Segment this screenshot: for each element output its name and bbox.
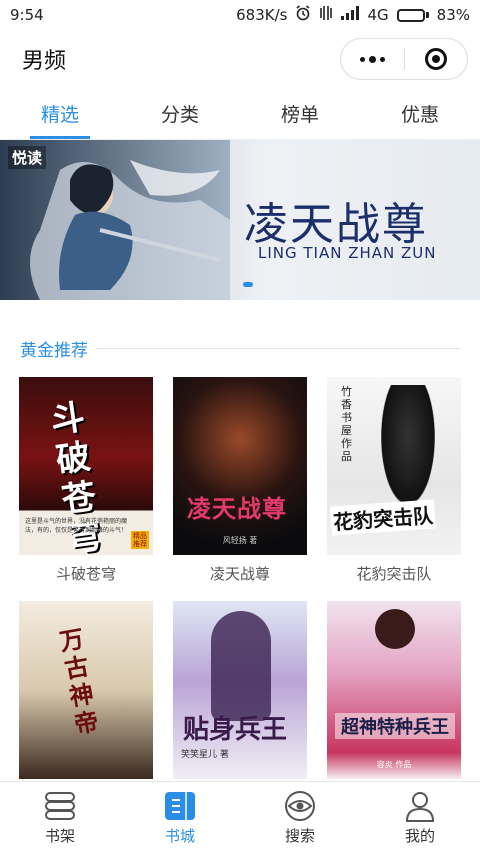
book-cover: 竹香书屋 作品 花豹突击队 [327, 377, 461, 555]
section-header: 黄金推荐 [0, 300, 480, 361]
close-miniapp-button[interactable] [405, 39, 468, 79]
status-right: 683K/s 4G 83% [236, 5, 470, 25]
net-speed: 683K/s [236, 6, 288, 24]
banner-subtitle: LING TIAN ZHAN ZUN [258, 244, 437, 262]
bottom-nav: 书架 书城 搜索 我的 [0, 781, 480, 853]
cover-author: 笑笑星儿 著 [181, 750, 229, 760]
book-card[interactable]: 竹香书屋 作品 花豹突击队 花豹突击队 [327, 377, 461, 585]
book-card[interactable]: 凌天战尊 风轻扬 著 凌天战尊 [173, 377, 307, 585]
tab-rankings[interactable]: 榜单 [240, 88, 360, 139]
cover-title: 贴身兵王 [183, 715, 288, 745]
book-cover: 万古神帝 [19, 601, 153, 779]
title-bar: 男频 [0, 30, 480, 88]
cover-blurb: 这里是斗气的世界，没有花俏艳丽的魔法，有的，仅仅是繁衍到巅峰的斗气！ [25, 518, 128, 534]
nav-label: 书城 [164, 826, 195, 845]
cover-author: 风轻扬 著 [222, 536, 258, 545]
status-time: 9:54 [10, 6, 44, 24]
nav-label: 书架 [44, 826, 75, 845]
tab-discounts[interactable]: 优惠 [360, 88, 480, 139]
alarm-icon [295, 5, 311, 25]
book-cover: 凌天战尊 风轻扬 著 [173, 377, 307, 555]
cover-badge: 精品推荐 [131, 531, 149, 549]
target-icon [424, 48, 447, 70]
more-dots-icon [359, 55, 385, 63]
nav-search[interactable]: 搜索 [240, 782, 360, 853]
profile-icon [405, 791, 435, 822]
carousel-indicator [243, 282, 253, 287]
nav-bookshelf[interactable]: 书架 [0, 782, 120, 853]
nav-label: 我的 [404, 826, 435, 845]
banner-title: 凌天战尊 [244, 199, 428, 250]
page-title: 男频 [22, 49, 67, 74]
category-tabs: 精选 分类 榜单 优惠 [0, 88, 480, 140]
book-cover: 贴身兵王 笑笑星儿 著 [173, 601, 307, 779]
signal-icon [341, 6, 360, 24]
cover-title: 万古神帝 [57, 623, 101, 740]
app-root: 9:54 683K/s 4G 83% 男频 精选 分类 榜单 优惠 悦读 凌天战… [0, 0, 480, 853]
section-title: 黄金推荐 [20, 341, 88, 361]
book-cover: 超神特种兵王 容炎 作品 [327, 601, 461, 779]
book-title: 斗破苍穹 [55, 565, 116, 583]
cover-title: 凌天战尊 [187, 494, 287, 523]
more-button[interactable] [341, 39, 404, 79]
nav-bookstore[interactable]: 书城 [120, 782, 240, 853]
nav-profile[interactable]: 我的 [360, 782, 480, 853]
cover-author: 容炎 作品 [376, 760, 412, 769]
section-divider [96, 348, 460, 349]
battery-percent: 83% [436, 6, 470, 24]
book-card[interactable]: 超神特种兵王 容炎 作品 [327, 601, 461, 809]
promo-banner[interactable]: 悦读 凌天战尊 LING TIAN ZHAN ZUN [0, 140, 480, 300]
book-card[interactable]: 贴身兵王 笑笑星儿 著 [173, 601, 307, 809]
book-title: 花豹突击队 [356, 565, 432, 583]
vibrate-icon [319, 5, 333, 25]
nav-label: 搜索 [284, 826, 315, 845]
bookshelf-icon [45, 791, 75, 820]
cover-title: 超神特种兵王 [335, 713, 455, 739]
battery-icon [396, 8, 429, 22]
bookstore-icon [165, 791, 195, 820]
tab-categories[interactable]: 分类 [120, 88, 240, 139]
book-card[interactable]: 万古神帝 [19, 601, 153, 809]
miniapp-capsule [340, 38, 468, 80]
status-bar: 9:54 683K/s 4G 83% [0, 0, 480, 30]
tab-featured[interactable]: 精选 [0, 88, 120, 139]
brand-logo: 悦读 [8, 146, 47, 169]
network-type: 4G [367, 6, 389, 24]
book-card[interactable]: 斗破苍穹 这里是斗气的世界，没有花俏艳丽的魔法，有的，仅仅是繁衍到巅峰的斗气！ … [19, 377, 153, 585]
book-title: 凌天战尊 [209, 565, 270, 583]
book-grid: 斗破苍穹 这里是斗气的世界，没有花俏艳丽的魔法，有的，仅仅是繁衍到巅峰的斗气！ … [0, 361, 480, 809]
book-cover: 斗破苍穹 这里是斗气的世界，没有花俏艳丽的魔法，有的，仅仅是繁衍到巅峰的斗气！ … [19, 377, 153, 555]
cover-publisher: 竹香书屋 作品 [341, 385, 352, 463]
search-eye-icon [285, 790, 315, 821]
cover-title: 花豹突击队 [330, 499, 436, 536]
